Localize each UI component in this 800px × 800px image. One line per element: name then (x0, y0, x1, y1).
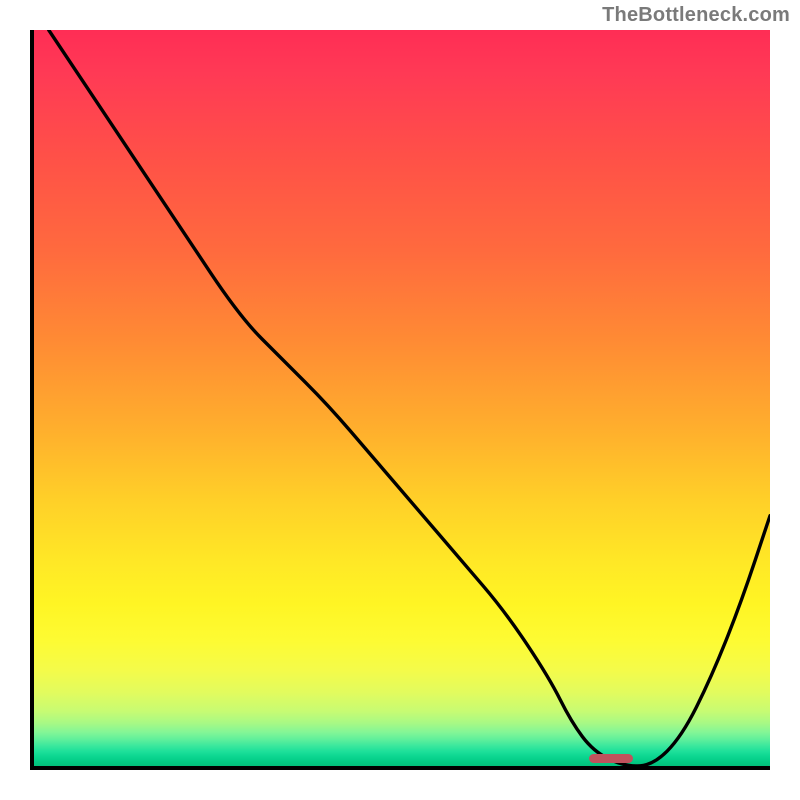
plot-area (30, 30, 770, 770)
curve-layer (34, 30, 770, 766)
bottleneck-curve (49, 30, 770, 766)
watermark-text: TheBottleneck.com (602, 4, 790, 27)
optimum-marker (589, 754, 633, 763)
chart-container: TheBottleneck.com (0, 0, 800, 800)
